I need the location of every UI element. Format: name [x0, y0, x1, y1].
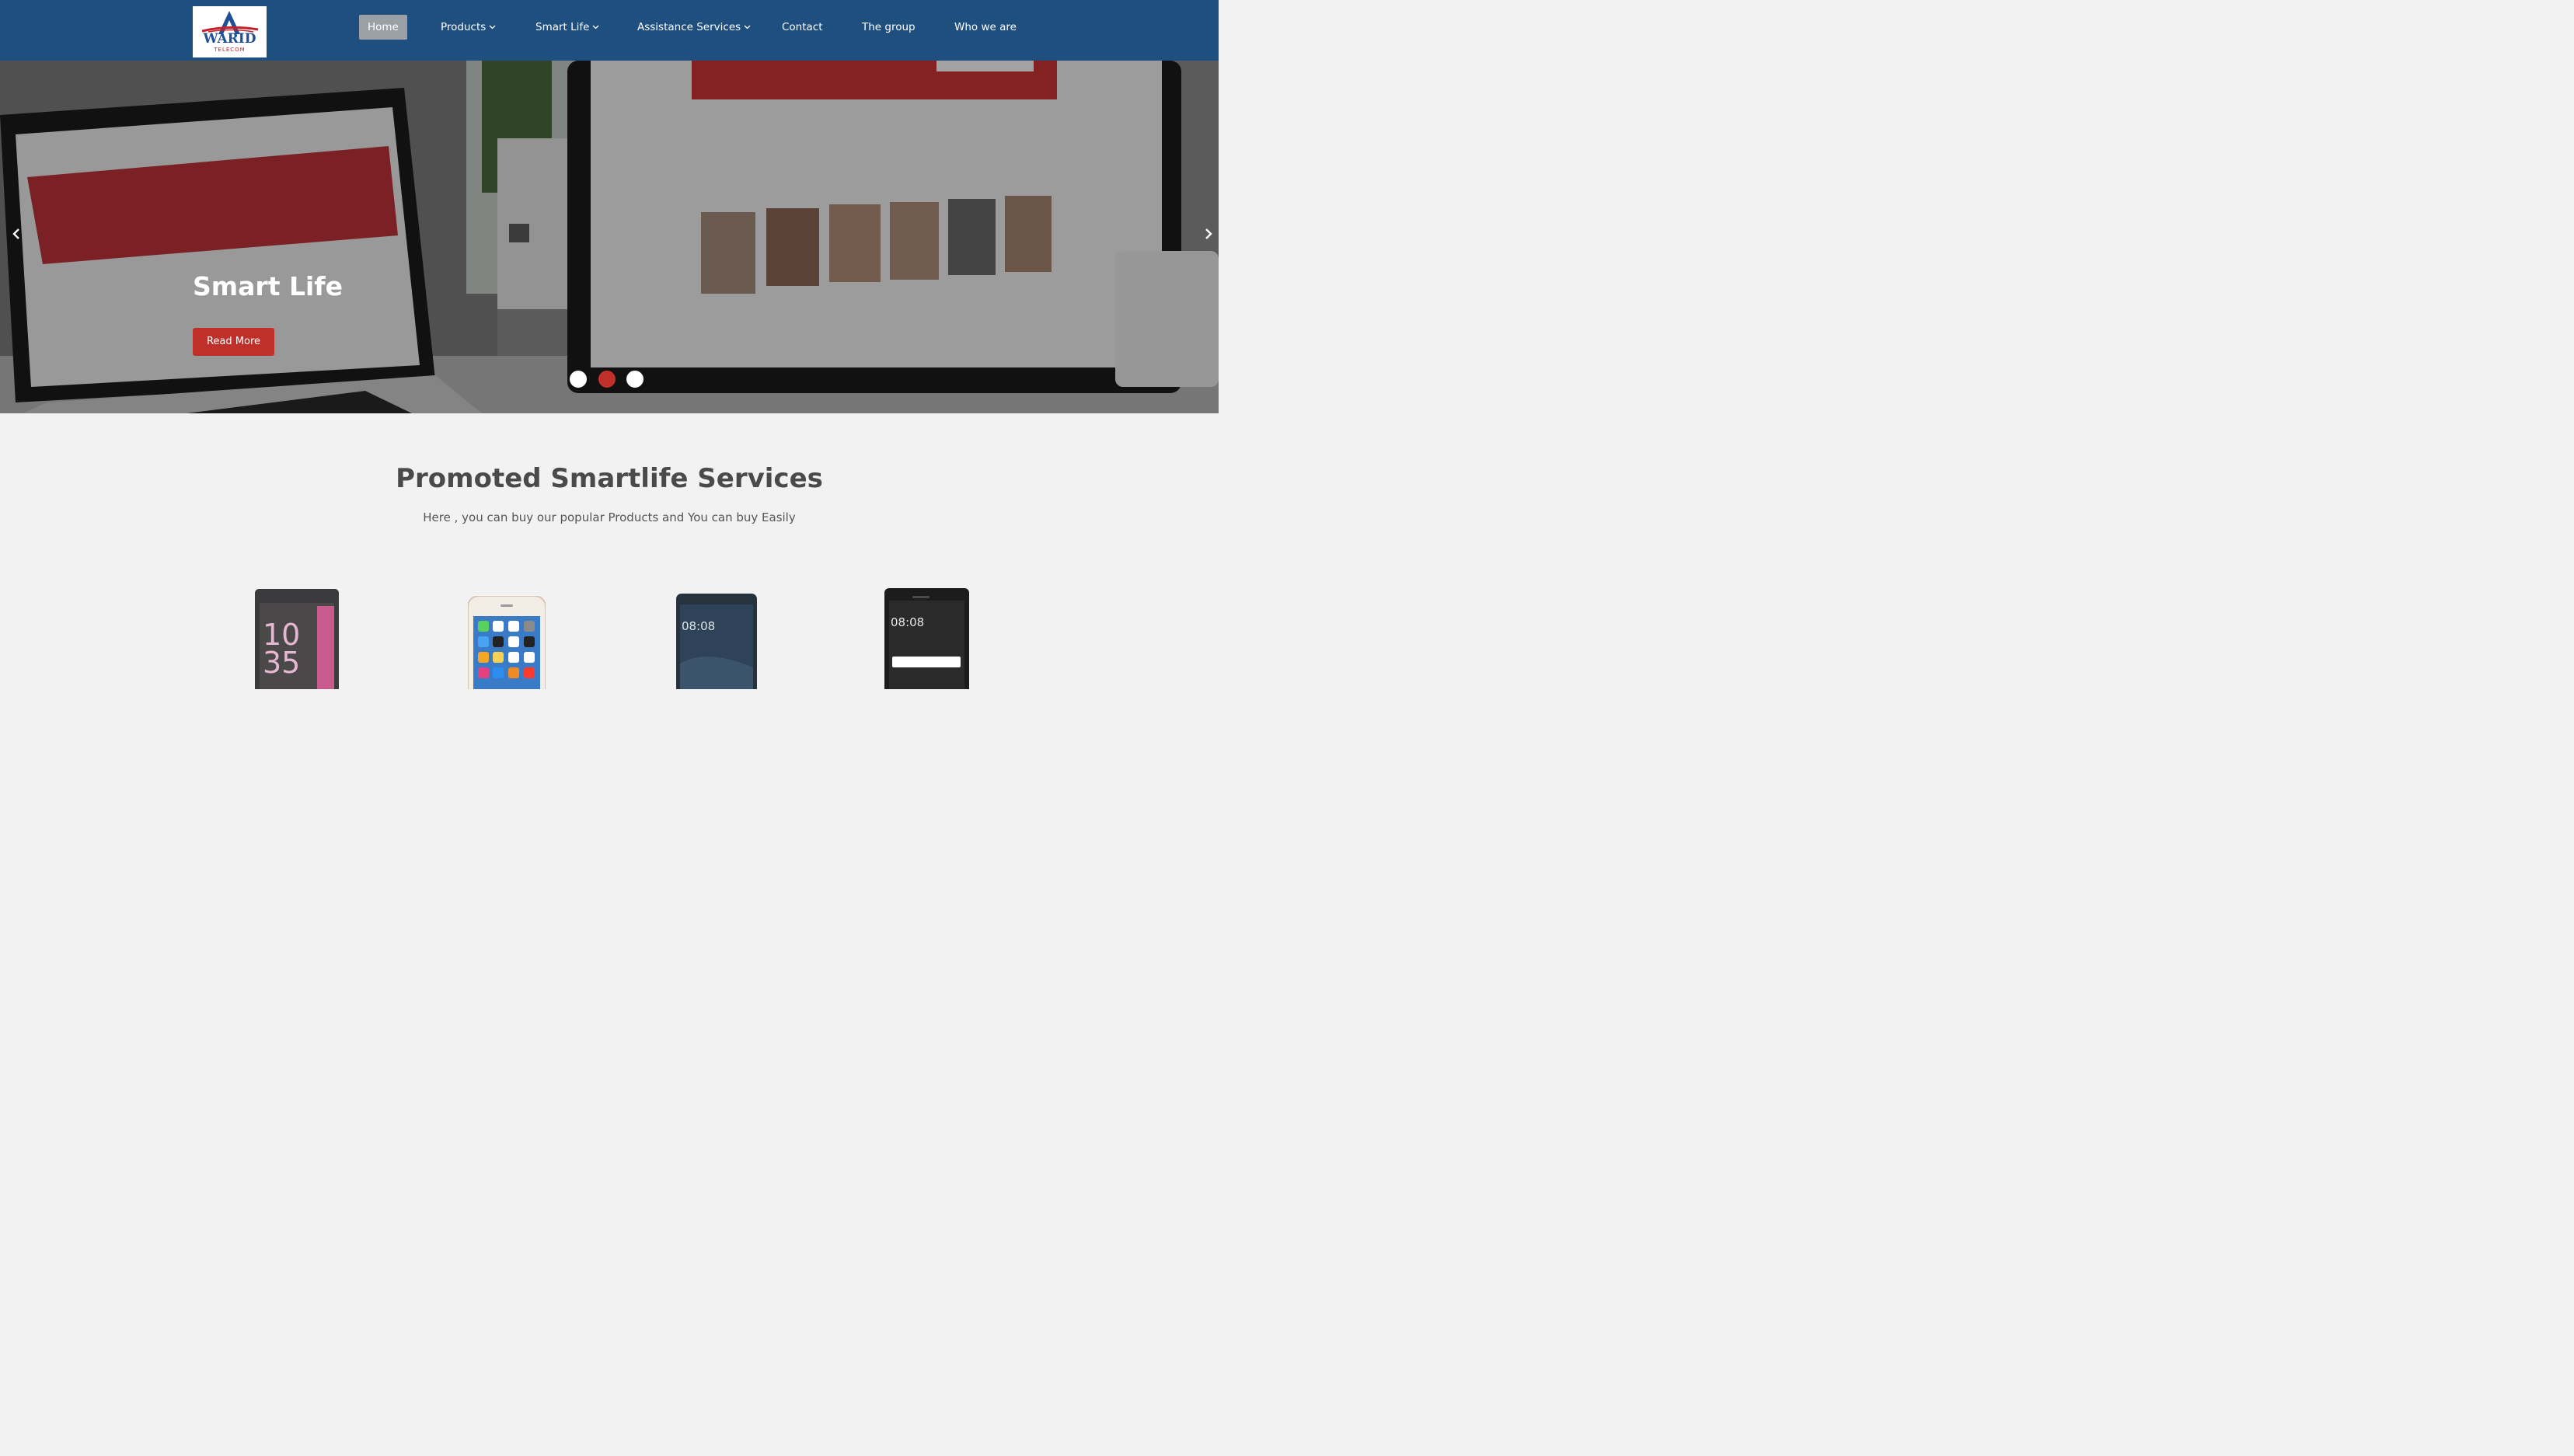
hero-dark-overlay: [0, 61, 1219, 413]
phone-1-clock-minute: 35: [263, 646, 300, 680]
product-phone-huawei-p9[interactable]: 08:08: [884, 588, 969, 689]
read-more-button[interactable]: Read More: [193, 328, 274, 356]
nav-contact-label: Contact: [782, 21, 823, 33]
top-navigation-bar: WARID TELECOM Home Products Smart Life A…: [0, 0, 1219, 61]
nav-assistance-services-label: Assistance Services: [637, 21, 741, 33]
nav-smart-life-label: Smart Life: [535, 21, 590, 33]
phone-4-google-search-bar: [892, 657, 961, 667]
promo-section-title: Promoted Smartlife Services: [396, 463, 823, 494]
slider-prev-arrow[interactable]: [9, 226, 24, 242]
slider-dot-3[interactable]: [626, 371, 644, 388]
slider-next-arrow[interactable]: [1201, 226, 1216, 242]
nav-the-group[interactable]: The group: [862, 15, 916, 40]
warid-telecom-logo[interactable]: WARID TELECOM: [193, 6, 267, 57]
hero-title: Smart Life: [193, 271, 344, 301]
chevron-down-icon: [489, 25, 496, 30]
chevron-right-icon: [1205, 228, 1212, 239]
product-phone-sony[interactable]: 10 35: [255, 589, 339, 689]
nav-products-label: Products: [441, 21, 487, 33]
nav-home-label: Home: [368, 21, 399, 33]
product-phone-huawei-p10[interactable]: 08:08: [676, 594, 757, 689]
chevron-left-icon: [12, 228, 19, 239]
nav-the-group-label: The group: [862, 21, 916, 33]
nav-products[interactable]: Products: [441, 15, 496, 40]
nav-who-we-are-label: Who we are: [954, 21, 1017, 33]
slider-dot-2[interactable]: [598, 371, 616, 388]
chevron-down-icon: [744, 25, 751, 30]
promo-section-subtitle: Here , you can buy our popular Products …: [423, 510, 796, 524]
logo-wordmark: WARID: [203, 31, 256, 47]
nav-home[interactable]: Home: [359, 15, 407, 40]
chevron-down-icon: [593, 25, 599, 30]
nav-smart-life[interactable]: Smart Life: [535, 15, 599, 40]
slider-dot-1[interactable]: [570, 371, 587, 388]
nav-contact[interactable]: Contact: [782, 15, 823, 40]
phone-3-clock: 08:08: [682, 619, 715, 633]
nav-assistance-services[interactable]: Assistance Services: [637, 15, 751, 40]
product-phone-iphone[interactable]: [468, 596, 546, 689]
hero-slider: Smart Life Read More: [0, 61, 1219, 413]
nav-who-we-are[interactable]: Who we are: [954, 15, 1017, 40]
logo-subtext: TELECOM: [214, 47, 246, 53]
phone-4-clock: 08:08: [891, 615, 924, 629]
